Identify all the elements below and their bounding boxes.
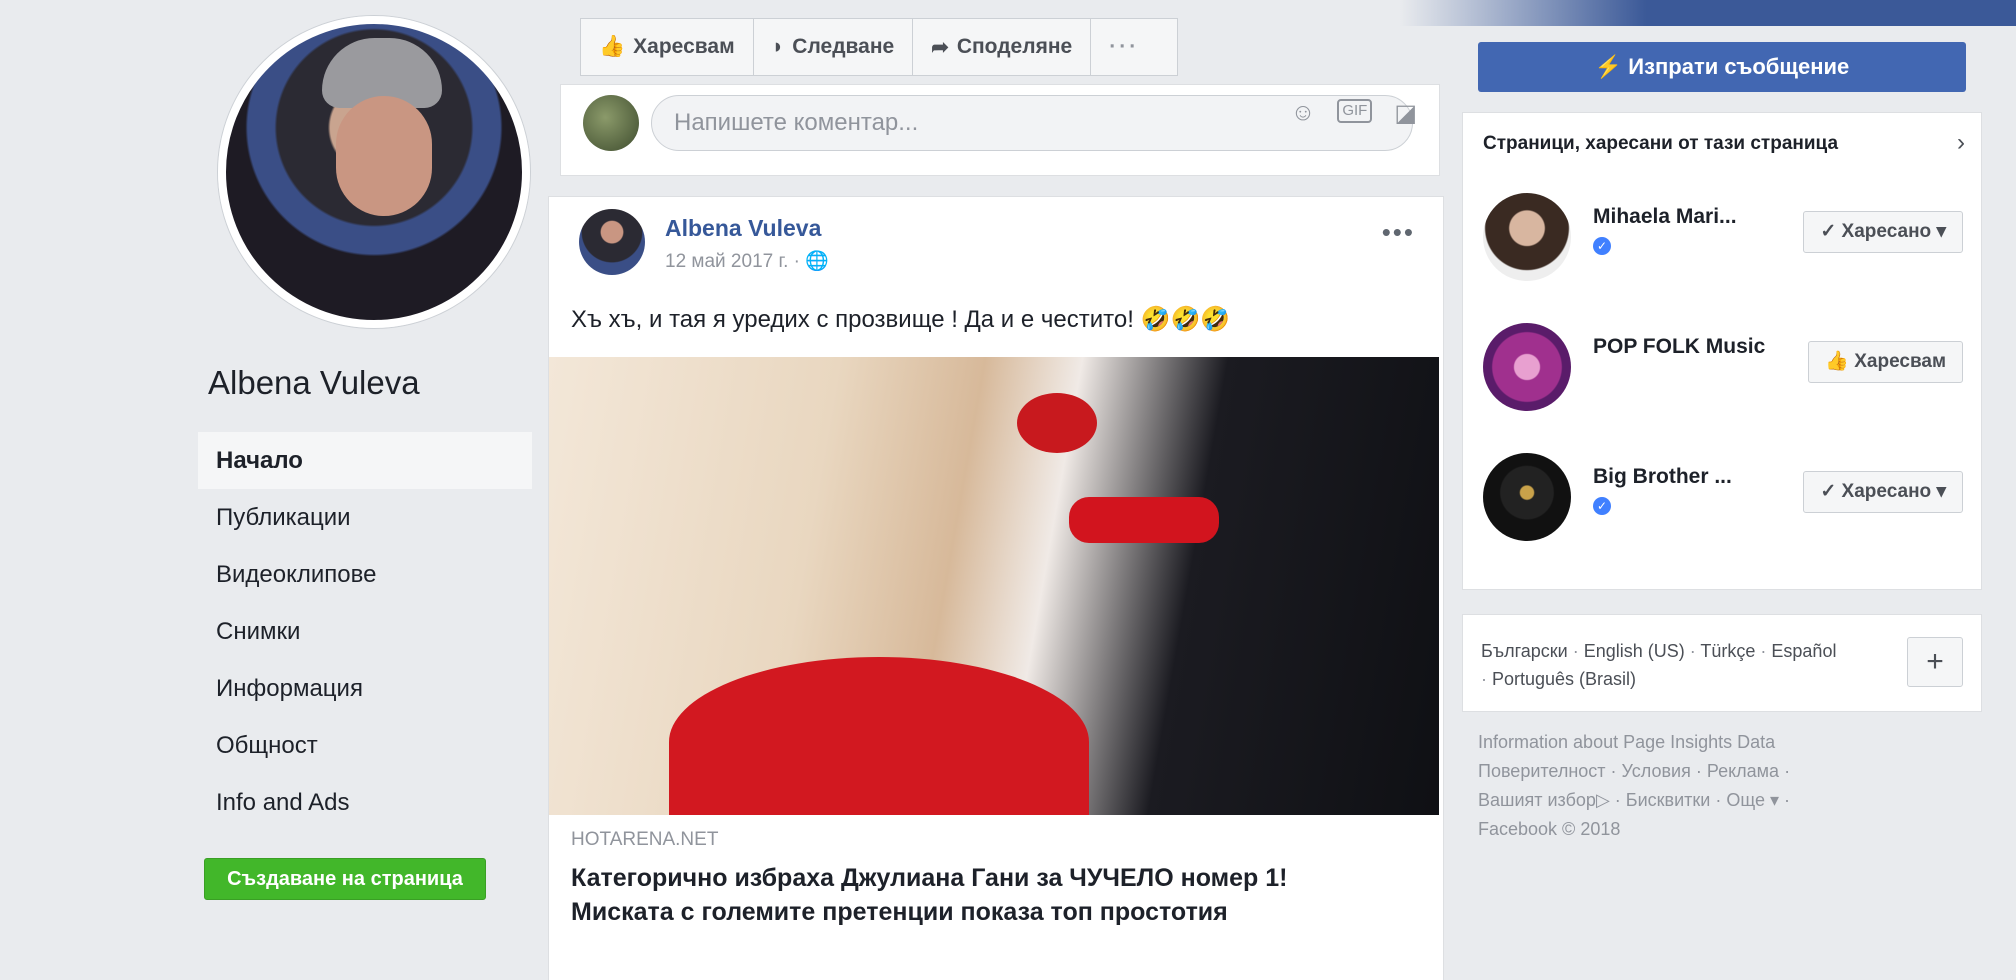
profile-picture[interactable] [218,16,530,328]
link-title[interactable]: Категорично избраха Джулиана Гани за ЧУЧ… [571,861,1391,929]
list-item: Big Brother ... ✓ ✓ Харесано ▾ [1483,453,1963,553]
nav-item-home[interactable]: Начало [198,432,532,489]
add-language-button[interactable]: + [1907,637,1963,687]
liked-pages-title[interactable]: Страници, харесани от тази страница [1483,133,1838,155]
chevron-right-icon[interactable]: › [1957,129,1965,157]
footer-link[interactable]: Information about Page Insights Data [1478,732,1775,752]
page-action-bar: 👍 Харесвам ◗ Следване ➦ Споделяне ··· [580,18,1178,76]
post-author[interactable]: Albena Vuleva [665,215,821,242]
create-page-button[interactable]: Създаване на страница [204,858,486,900]
verified-icon: ✓ [1593,497,1611,515]
nav-item-videos[interactable]: Видеоклипове [198,546,532,603]
page-nav: Начало Публикации Видеоклипове Снимки Ин… [198,432,532,831]
nav-item-about[interactable]: Информация [198,660,532,717]
liked-button[interactable]: ✓ Харесано ▾ [1803,211,1963,253]
avatar [583,95,639,151]
liked-page-name[interactable]: Mihaela Mari... [1593,205,1737,229]
comment-composer: Напишете коментар... ☺ GIF ◪ [560,84,1440,176]
language-link[interactable]: Português (Brasil) [1492,669,1636,689]
copyright: Facebook © 2018 [1478,819,1621,839]
nav-item-photos[interactable]: Снимки [198,603,532,660]
language-link[interactable]: Español [1771,641,1836,661]
post-image[interactable] [549,357,1439,815]
share-page-button[interactable]: ➦ Споделяне [913,19,1092,75]
footer-link[interactable]: Реклама [1707,761,1779,781]
footer-link[interactable]: Бисквитки [1626,790,1711,810]
footer-link[interactable]: Още [1726,790,1765,810]
emoji-icon[interactable]: ☺ [1291,99,1316,128]
post-date[interactable]: 12 май 2017 г. · 🌐 [665,249,829,273]
language-link[interactable]: Български [1481,641,1568,661]
top-bar [1400,0,2016,26]
language-link[interactable]: English (US) [1584,641,1685,661]
thumbs-up-icon: 👍 [1825,351,1855,372]
liked-button[interactable]: ✓ Харесано ▾ [1803,471,1963,513]
footer-link[interactable]: Условия [1622,761,1691,781]
footer-link[interactable]: Поверителност [1478,761,1606,781]
follow-page-button[interactable]: ◗ Следване [754,19,914,75]
language-link[interactable]: Türkçe [1700,641,1755,661]
footer: Information about Page Insights Data Пов… [1478,732,1791,839]
post-text: Хъ хъ, и тая я уредих с прозвище ! Да и … [571,306,1231,333]
nav-item-info-ads[interactable]: Info and Ads [198,774,532,831]
post-options-icon[interactable]: ••• [1382,217,1415,248]
thumbs-up-icon: 👍 [599,35,626,58]
language-panel: Български · English (US) · Türkçe · Espa… [1462,614,1982,712]
link-domain: HOTARENA.NET [571,829,719,850]
messenger-icon: ⚡ [1594,54,1629,79]
send-message-button[interactable]: ⚡ Изпрати съобщение [1478,42,1966,92]
page-name: Albena Vuleva [208,364,420,401]
list-item: Mihaela Mari... ✓ ✓ Харесано ▾ [1483,193,1963,293]
avatar[interactable] [579,209,645,275]
more-options-button[interactable]: ··· [1091,19,1157,75]
gif-icon[interactable]: GIF [1337,99,1373,123]
post: Albena Vuleva 12 май 2017 г. · 🌐 ••• Хъ … [548,196,1444,980]
share-arrow-icon: ➦ [931,35,949,59]
liked-pages-panel: Страници, харесани от тази страница › Mi… [1462,112,1982,590]
adchoices-icon: ▷ [1595,790,1610,810]
avatar[interactable] [1483,453,1571,541]
nav-item-posts[interactable]: Публикации [198,489,532,546]
globe-icon: 🌐 [805,251,829,272]
avatar[interactable] [1483,323,1571,411]
liked-page-name[interactable]: POP FOLK Music [1593,335,1765,359]
list-item: POP FOLK Music 👍 Харесвам [1483,323,1963,423]
avatar[interactable] [1483,193,1571,281]
sticker-icon[interactable]: ◪ [1394,99,1417,128]
nav-item-community[interactable]: Общност [198,717,532,774]
like-page-button[interactable]: 👍 Харесвам [581,19,754,75]
like-button[interactable]: 👍 Харесвам [1808,341,1963,383]
rss-icon: ◗ [771,35,785,58]
footer-link[interactable]: Вашият избор [1478,790,1596,810]
verified-icon: ✓ [1593,237,1611,255]
liked-page-name[interactable]: Big Brother ... [1593,465,1732,489]
